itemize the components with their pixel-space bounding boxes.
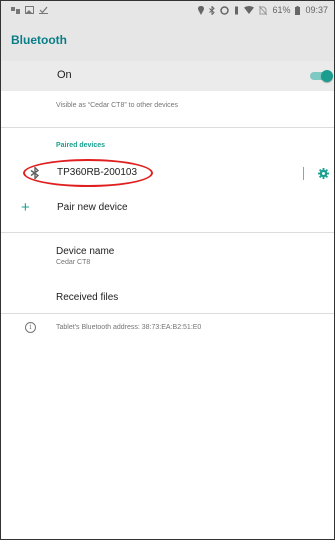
- data-saver-icon: [220, 5, 230, 15]
- status-bar: 61% 09:37: [1, 1, 334, 19]
- bluetooth-address-text: Tablet's Bluetooth address: 38:73:EA:B2:…: [56, 324, 202, 331]
- location-icon: [198, 5, 205, 15]
- device-name-title: Device name: [56, 246, 115, 257]
- received-files-item[interactable]: Received files: [56, 292, 118, 303]
- battery-icon: [295, 5, 301, 15]
- page-title: Bluetooth: [11, 33, 67, 47]
- paired-devices-header: Paired devices: [56, 142, 106, 149]
- app-bar: Bluetooth: [1, 19, 334, 61]
- divider: [303, 167, 304, 180]
- bluetooth-switch[interactable]: [310, 70, 333, 82]
- toggle-label: On: [57, 69, 72, 81]
- no-sim-icon: [259, 5, 268, 15]
- switch-thumb: [321, 70, 333, 82]
- device-name-value: Cedar CT8: [56, 259, 91, 266]
- battery-percent: 61%: [272, 5, 291, 15]
- wifi-icon: [244, 6, 255, 14]
- divider: [1, 127, 334, 128]
- bluetooth-icon: [209, 5, 216, 15]
- info-icon: i: [25, 322, 36, 333]
- checkmark-icon: [39, 6, 48, 14]
- device-name-item[interactable]: Device name Cedar CT8: [56, 246, 114, 266]
- plus-icon: +: [21, 199, 30, 216]
- paired-device-item[interactable]: TP360RB-200103: [1, 158, 334, 188]
- highlight-annotation: [23, 159, 153, 187]
- image-icon: [25, 6, 34, 14]
- notification-icon: [11, 7, 20, 14]
- pair-new-device-label: Pair new device: [57, 202, 128, 213]
- clock: 09:37: [305, 5, 328, 15]
- vibrate-icon: [235, 6, 239, 14]
- gear-icon[interactable]: [318, 168, 329, 179]
- visibility-text: Visible as “Cedar CT8” to other devices: [56, 102, 179, 109]
- divider: [1, 232, 334, 233]
- bluetooth-toggle-row[interactable]: On: [1, 61, 334, 91]
- divider: [1, 313, 334, 314]
- pair-new-device-item[interactable]: + Pair new device: [1, 196, 334, 226]
